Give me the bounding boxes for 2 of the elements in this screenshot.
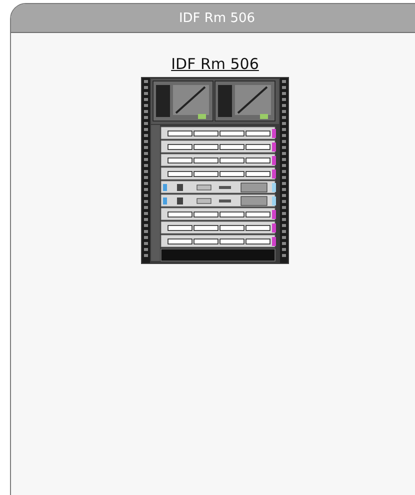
- panel-title: IDF Rm 506: [178, 10, 256, 26]
- device-heading: IDF Rm 506: [171, 55, 259, 73]
